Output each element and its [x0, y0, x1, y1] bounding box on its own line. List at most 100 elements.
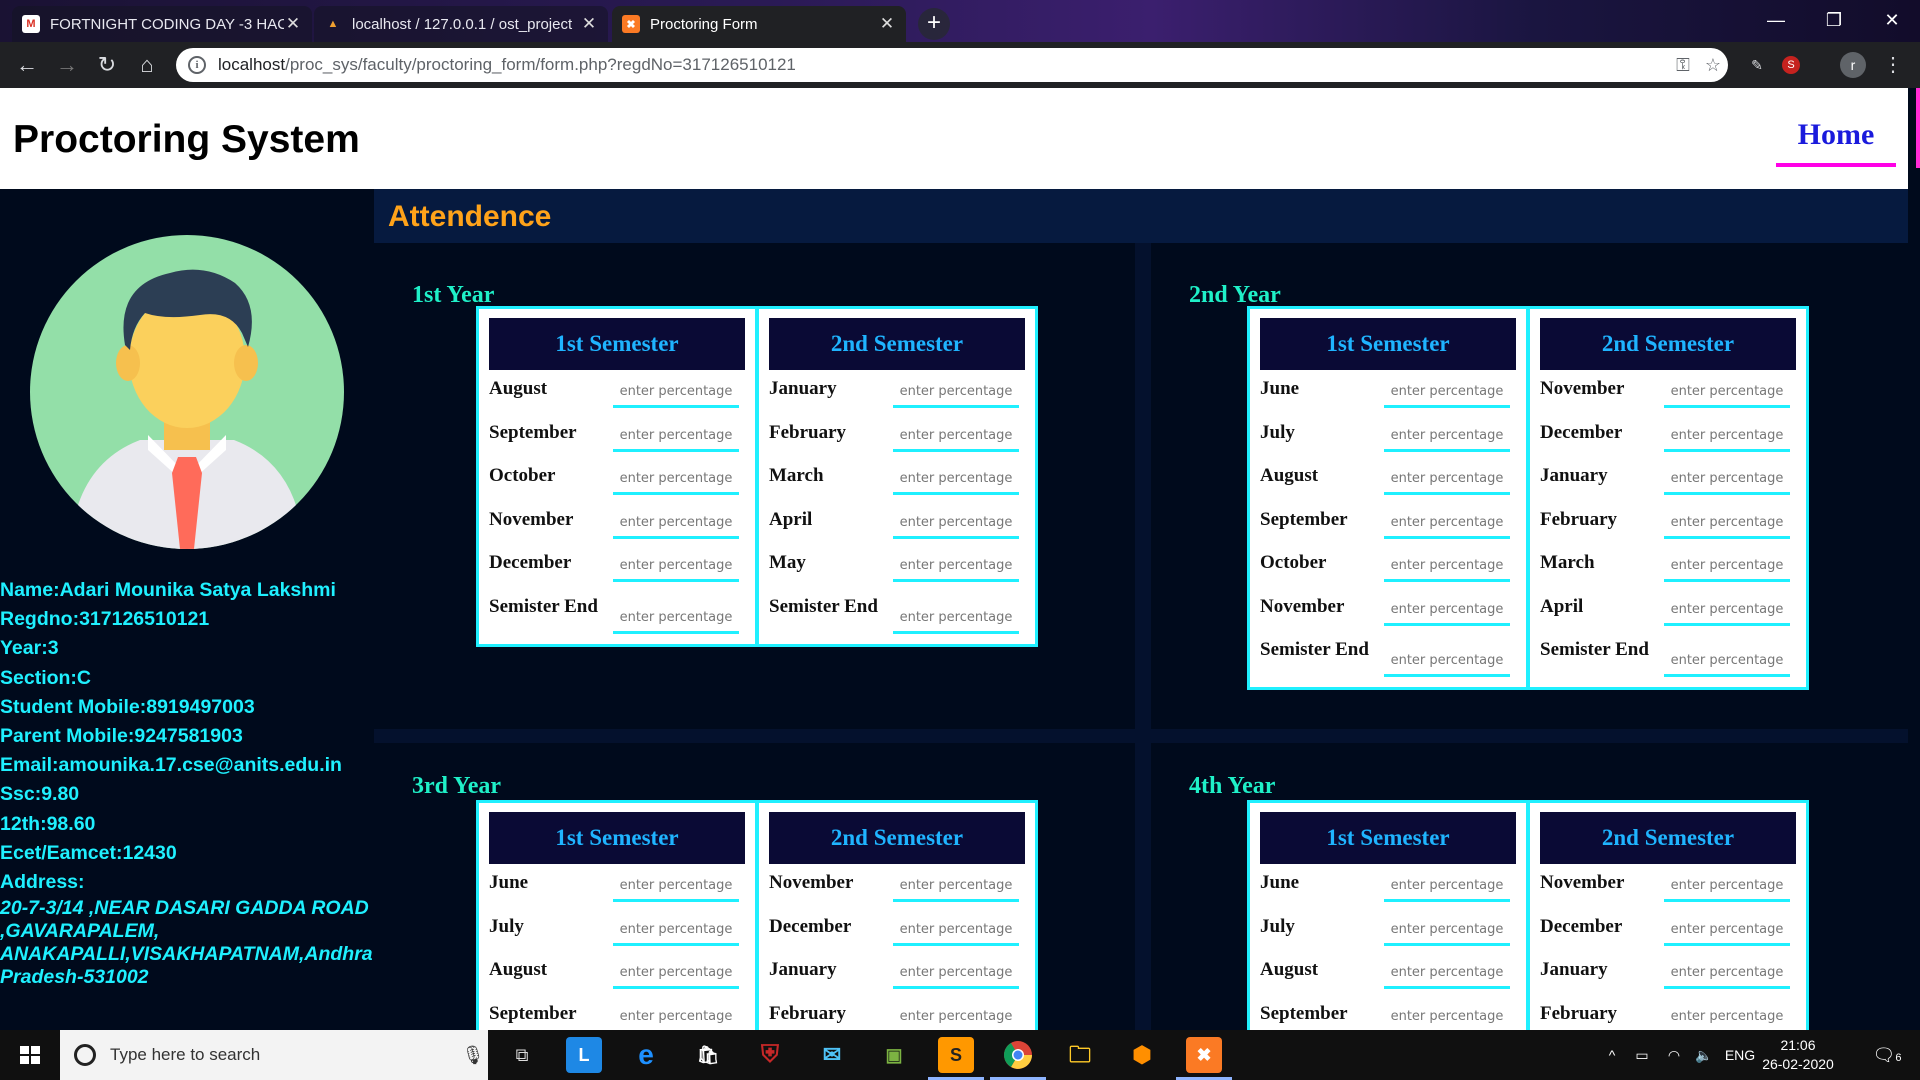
battery-icon[interactable]: ▭	[1628, 1030, 1656, 1080]
language-indicator[interactable]: ENG	[1720, 1030, 1760, 1080]
attendance-percentage-input[interactable]	[1664, 595, 1790, 626]
attendance-percentage-input[interactable]	[1664, 1002, 1790, 1030]
browser-tab-gmail[interactable]: M FORTNIGHT CODING DAY -3 HAC ✕	[12, 6, 312, 42]
attendance-percentage-input[interactable]	[1384, 647, 1510, 677]
volume-icon[interactable]: 🔈	[1690, 1030, 1718, 1080]
url-host: localhost	[218, 55, 286, 74]
attendance-percentage-input[interactable]	[1664, 872, 1790, 902]
new-tab-button[interactable]: +	[918, 8, 950, 40]
attendance-percentage-input[interactable]	[1384, 465, 1510, 495]
taskbar-clock[interactable]: 21:06 26-02-2020	[1760, 1036, 1836, 1074]
close-icon[interactable]: ✕	[878, 14, 896, 34]
close-icon[interactable]: ✕	[580, 14, 598, 34]
tray-chevron-icon[interactable]: ^	[1600, 1030, 1624, 1080]
attendance-percentage-input[interactable]	[1384, 421, 1510, 452]
image-editor-icon[interactable]: ▣	[876, 1037, 912, 1073]
lync-l-icon[interactable]: L	[566, 1037, 602, 1073]
attendance-percentage-input[interactable]	[613, 959, 739, 989]
back-arrow-icon[interactable]: ←	[12, 50, 42, 80]
attendance-percentage-input[interactable]	[893, 603, 1019, 634]
attendance-percentage-input[interactable]	[1384, 508, 1510, 539]
xampp-control-icon[interactable]: ✖	[1186, 1037, 1222, 1073]
semester-header: 2nd Semester	[1540, 318, 1796, 370]
file-explorer-icon[interactable]: 🗀	[1062, 1037, 1098, 1073]
month-label: September	[489, 1002, 577, 1024]
browser-tab-proctoring-form[interactable]: ✖ Proctoring Form ✕	[612, 6, 906, 42]
attendance-percentage-input[interactable]	[1384, 872, 1510, 902]
attendance-percentage-input[interactable]	[1664, 508, 1790, 539]
chrome-icon[interactable]	[1000, 1037, 1036, 1073]
profile-avatar[interactable]: r	[1840, 52, 1866, 78]
attendance-percentage-input[interactable]	[1384, 1002, 1510, 1030]
attendance-percentage-input[interactable]	[1384, 915, 1510, 946]
store-bag-icon[interactable]: 🛍	[690, 1037, 726, 1073]
attendance-percentage-input[interactable]	[1664, 647, 1790, 677]
attendance-percentage-input[interactable]	[1384, 959, 1510, 989]
sublime-text-icon[interactable]: S	[938, 1037, 974, 1073]
menu-dots-icon[interactable]: ⋮	[1880, 52, 1906, 78]
gmail-icon: M	[22, 15, 40, 33]
wifi-icon[interactable]: ◠	[1660, 1030, 1688, 1080]
key-icon[interactable]: ⚿	[1668, 55, 1698, 76]
attendance-percentage-input[interactable]	[1664, 915, 1790, 946]
home-link[interactable]: Home	[1776, 118, 1896, 158]
microphone-icon[interactable]: 🎙	[458, 1045, 488, 1066]
attendance-percentage-input[interactable]	[893, 421, 1019, 452]
restore-icon[interactable]: ❐	[1806, 0, 1862, 40]
clock-time: 21:06	[1780, 1037, 1816, 1053]
attendance-percentage-input[interactable]	[1664, 552, 1790, 582]
attendance-percentage-input[interactable]	[1384, 595, 1510, 626]
attendance-percentage-input[interactable]	[613, 421, 739, 452]
attendance-percentage-input[interactable]	[613, 1002, 739, 1030]
attendance-percentage-input[interactable]	[613, 915, 739, 946]
attendance-percentage-input[interactable]	[1664, 959, 1790, 989]
month-label: March	[769, 465, 824, 486]
attendance-percentage-input[interactable]	[1664, 465, 1790, 495]
scrollbar-thumb[interactable]	[1916, 88, 1920, 168]
year-title: 1st Year	[412, 282, 495, 308]
attendance-percentage-input[interactable]	[613, 552, 739, 582]
semester-end-row: Semister End	[769, 588, 1025, 644]
forward-arrow-icon[interactable]: →	[52, 50, 82, 80]
semester-card: 2nd Semester January February March April May…	[759, 309, 1035, 644]
minimize-icon[interactable]: —	[1748, 0, 1804, 40]
attendance-percentage-input[interactable]	[893, 915, 1019, 946]
browser-tab-phpmyadmin[interactable]: ▲ localhost / 127.0.0.1 / ost_project ✕	[314, 6, 608, 42]
attendance-percentage-input[interactable]	[613, 872, 739, 902]
mcafee-shield-icon[interactable]: ⛨	[752, 1037, 788, 1073]
attendance-percentage-input[interactable]	[613, 465, 739, 495]
close-window-icon[interactable]: ✕	[1864, 0, 1920, 40]
pen-extension-icon[interactable]: ✎	[1744, 52, 1770, 78]
attendance-percentage-input[interactable]	[893, 872, 1019, 902]
close-icon[interactable]: ✕	[284, 14, 302, 34]
attendance-percentage-input[interactable]	[893, 959, 1019, 989]
site-info-icon[interactable]: i	[188, 56, 206, 74]
edge-browser-icon[interactable]: e	[628, 1037, 664, 1073]
address-line: Pradesh-531002	[0, 966, 149, 989]
home-icon[interactable]: ⌂	[132, 50, 162, 80]
url-text[interactable]: localhost/proc_sys/faculty/proctoring_fo…	[218, 55, 1668, 75]
package-box-icon[interactable]: ⬢	[1124, 1037, 1160, 1073]
attendance-percentage-input[interactable]	[613, 378, 739, 408]
attendance-percentage-input[interactable]	[613, 508, 739, 539]
attendance-percentage-input[interactable]	[1664, 378, 1790, 408]
address-bar[interactable]: i localhost/proc_sys/faculty/proctoring_…	[176, 48, 1728, 82]
bookmark-star-icon[interactable]: ☆	[1698, 55, 1728, 76]
attendance-percentage-input[interactable]	[613, 603, 739, 634]
attendance-percentage-input[interactable]	[893, 465, 1019, 495]
notification-center-icon[interactable]: 🗨6	[1862, 1030, 1912, 1080]
extension-badge-icon[interactable]: S	[1782, 56, 1800, 74]
attendance-percentage-input[interactable]	[1384, 378, 1510, 408]
reload-icon[interactable]: ↻	[92, 50, 122, 80]
attendance-percentage-input[interactable]	[1664, 421, 1790, 452]
task-view-icon[interactable]: ⧉	[504, 1037, 540, 1073]
semester-table: 1st Semester June July August September 2nd S…	[476, 800, 1038, 1030]
windows-start-icon[interactable]	[0, 1030, 60, 1080]
attendance-percentage-input[interactable]	[893, 1002, 1019, 1030]
attendance-percentage-input[interactable]	[893, 378, 1019, 408]
attendance-percentage-input[interactable]	[893, 552, 1019, 582]
attendance-percentage-input[interactable]	[893, 508, 1019, 539]
taskbar-search[interactable]: Type here to search 🎙	[60, 1030, 488, 1080]
mail-icon[interactable]: ✉	[814, 1037, 850, 1073]
attendance-percentage-input[interactable]	[1384, 552, 1510, 582]
